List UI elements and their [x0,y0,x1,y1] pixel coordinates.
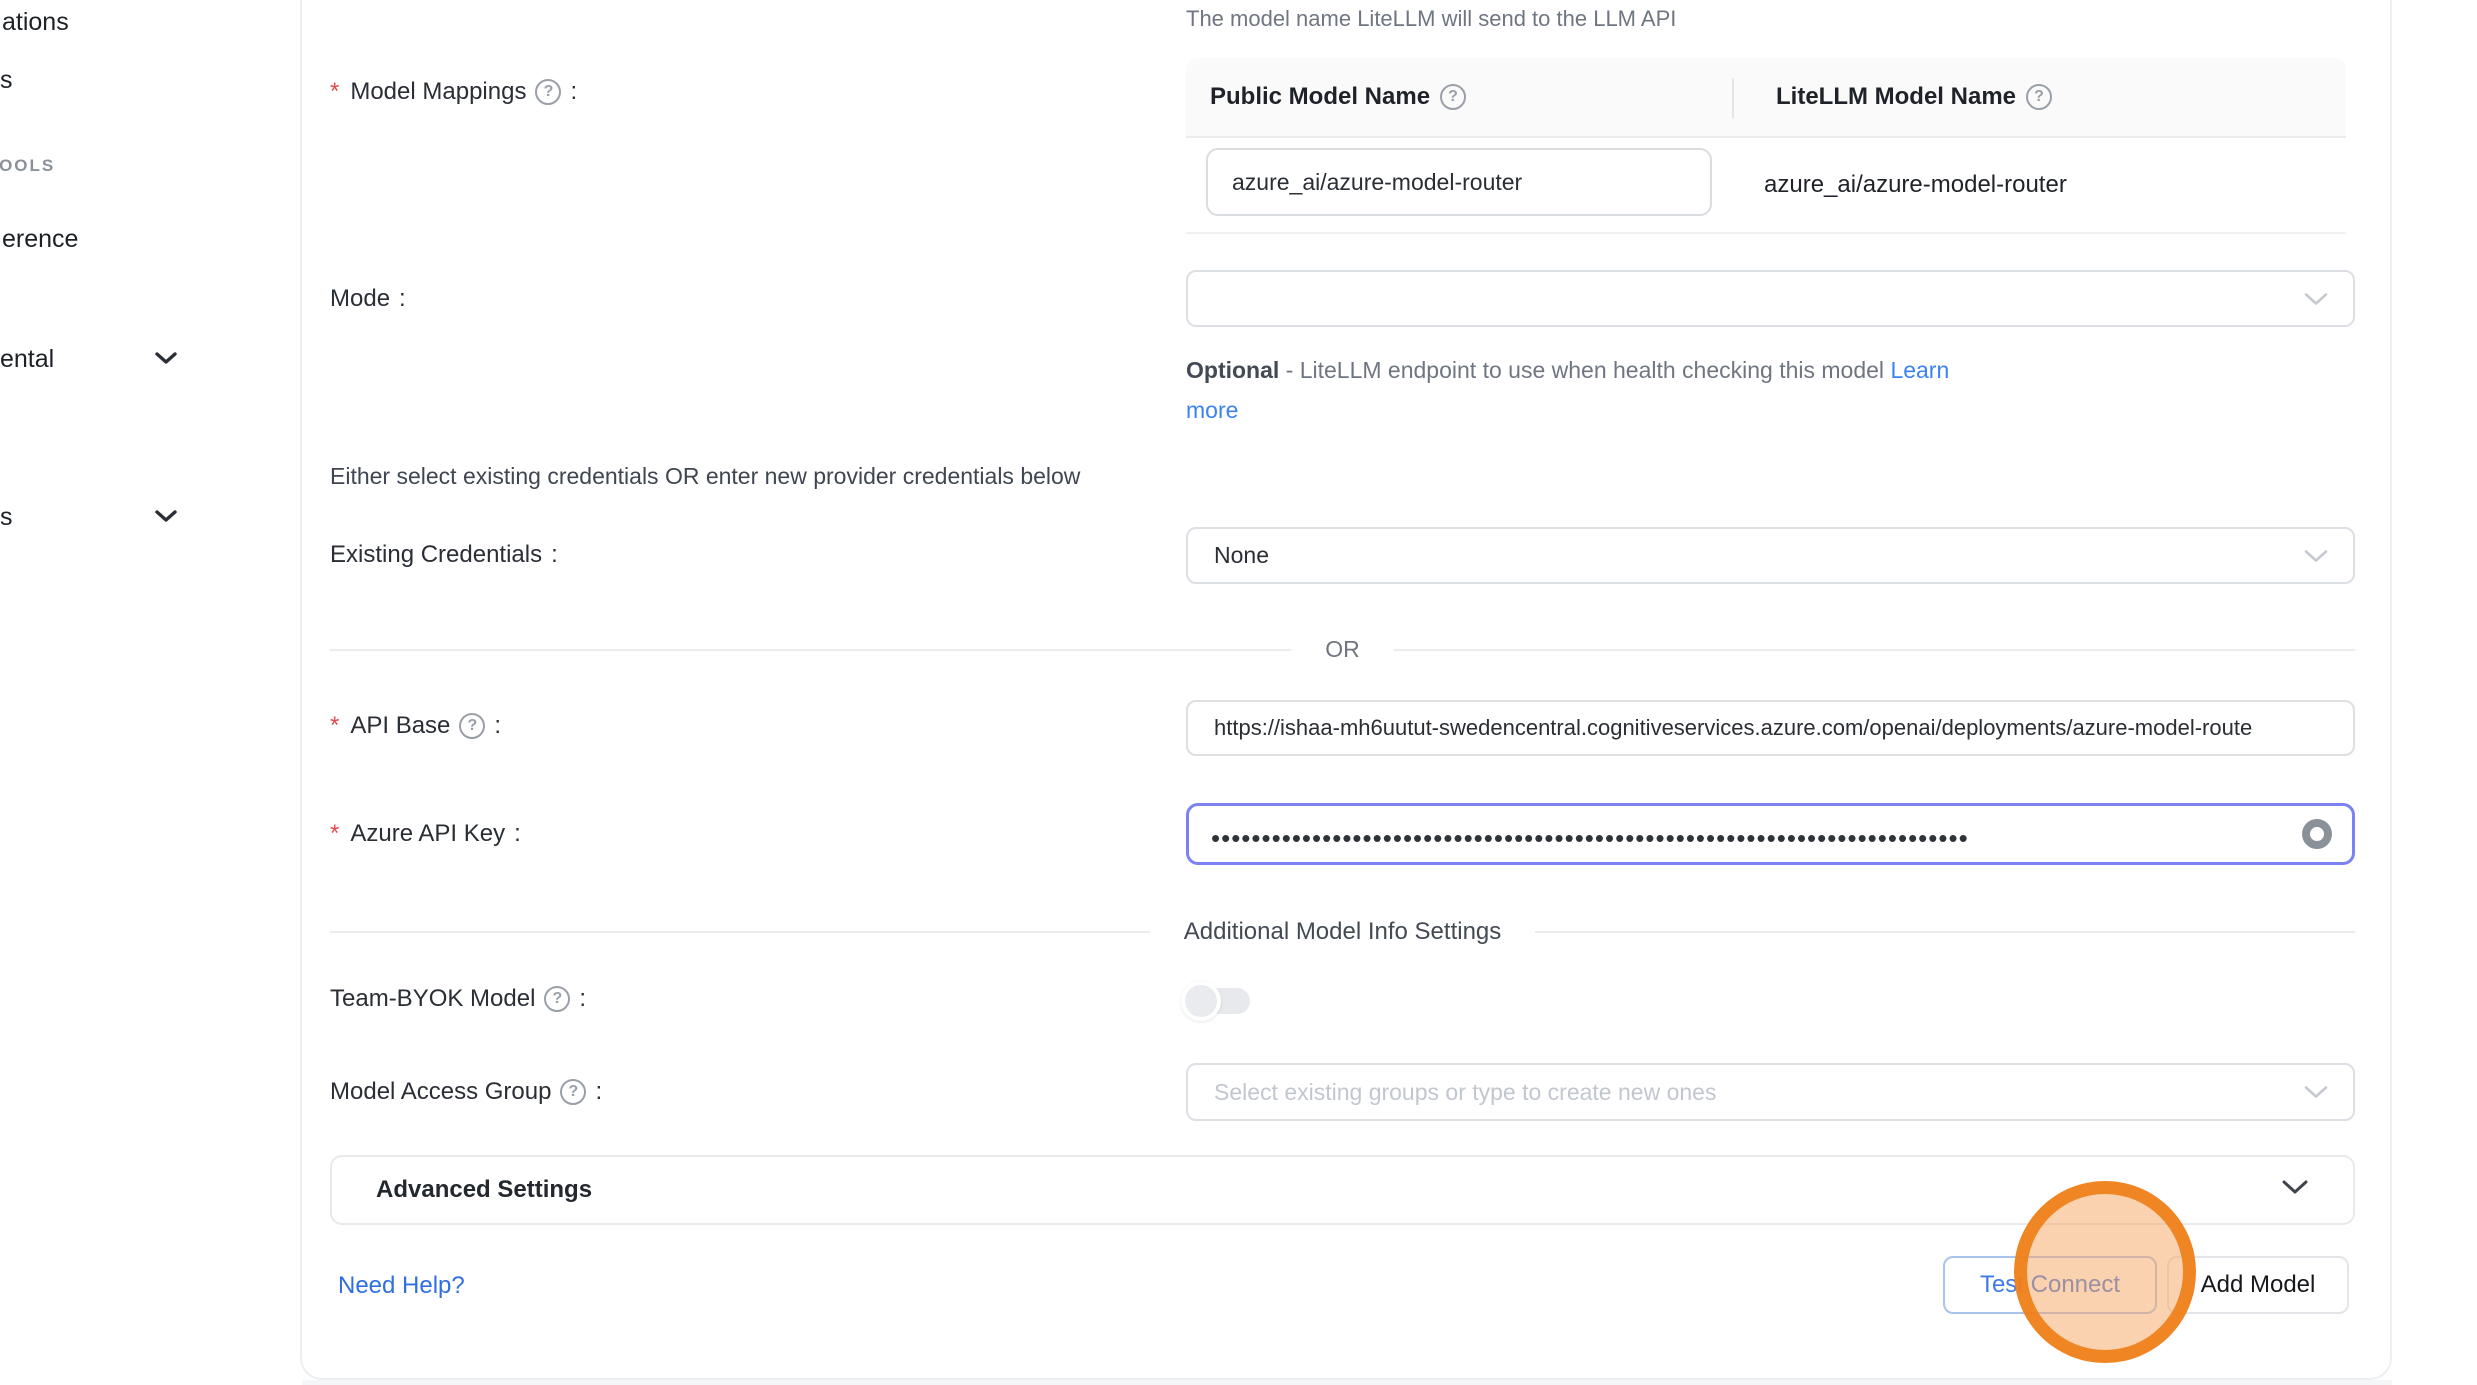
advanced-settings-title: Advanced Settings [376,1176,592,1204]
public-model-name-input[interactable]: azure_ai/azure-model-router [1206,148,1712,216]
azure-api-key-label: * Azure API Key : [330,820,521,848]
sidebar-item-erence[interactable]: erence [2,225,78,254]
litellm-model-name-value: azure_ai/azure-model-router [1764,138,2067,232]
model-access-group-placeholder: Select existing groups or type to create… [1214,1079,1716,1106]
help-question-icon[interactable]: ? [1440,84,1466,110]
chevron-down-icon[interactable] [154,508,178,529]
sidebar-item-ental[interactable]: ental [0,345,54,374]
need-help-link[interactable]: Need Help? [338,1272,465,1300]
sidebar-item-s1[interactable]: s [0,66,13,95]
chevron-down-icon [2281,1179,2309,1201]
azure-api-key-input[interactable]: ••••••••••••••••••••••••••••••••••••••••… [1186,803,2355,865]
existing-credentials-value: None [1214,542,1269,569]
litellm-model-name-header: LiteLLM Model Name ? [1742,83,2052,111]
model-mappings-table-header: Public Model Name ? LiteLLM Model Name ? [1186,58,2346,138]
show-password-eye-icon[interactable] [2302,819,2332,849]
api-base-label: * API Base ? : [330,712,501,740]
model-access-group-select[interactable]: Select existing groups or type to create… [1186,1063,2355,1121]
required-marker: * [330,712,339,740]
mode-label: Mode : [330,285,406,313]
toggle-knob [1181,981,1221,1021]
chevron-down-icon [2303,285,2329,312]
team-byok-toggle[interactable] [1190,988,1250,1014]
masked-password-value: ••••••••••••••••••••••••••••••••••••••••… [1211,818,2251,851]
card-bottom-shadow [302,1380,2392,1385]
sidebar-item-ations[interactable]: ations [2,8,69,37]
help-question-icon[interactable]: ? [2026,84,2052,110]
chevron-down-icon [2303,1079,2329,1106]
or-divider: OR [330,636,2355,663]
public-model-name-header: Public Model Name ? [1186,83,1742,111]
api-base-value: https://ishaa-mh6uutut-swedencentral.cog… [1214,715,2252,741]
model-access-group-label: Model Access Group ? : [330,1078,602,1106]
sidebar-section-tools: TOOLS [0,156,55,176]
existing-credentials-label: Existing Credentials : [330,541,558,569]
chevron-down-icon [2303,542,2329,569]
team-byok-label: Team-BYOK Model ? : [330,985,586,1013]
advanced-settings-panel[interactable]: Advanced Settings [330,1155,2355,1225]
model-mapping-row: azure_ai/azure-model-router azure_ai/azu… [1186,138,2346,234]
test-connect-button[interactable]: Test Connect [1943,1256,2157,1314]
additional-info-divider: Additional Model Info Settings [330,918,2355,946]
existing-credentials-select[interactable]: None [1186,527,2355,584]
chevron-down-icon[interactable] [154,350,178,371]
add-model-button[interactable]: Add Model [2167,1256,2349,1314]
help-question-icon[interactable]: ? [544,986,570,1012]
model-mappings-table: Public Model Name ? LiteLLM Model Name ?… [1186,58,2346,234]
required-marker: * [330,78,339,106]
sidebar-item-s2[interactable]: s [0,503,13,532]
credentials-note: Either select existing credentials OR en… [330,463,1080,490]
add-model-form-screen: { "sidebar": { "items": [ { "label": "at… [0,0,2477,1385]
required-marker: * [330,820,339,848]
mode-help-text: Optional - LiteLLM endpoint to use when … [1186,350,1981,430]
help-question-icon[interactable]: ? [560,1079,586,1105]
column-divider [1732,78,1734,118]
model-mappings-label: * Model Mappings ? : [330,78,577,106]
litellm-model-name-help: The model name LiteLLM will send to the … [1186,6,1676,32]
mode-select[interactable] [1186,270,2355,327]
help-question-icon[interactable]: ? [535,79,561,105]
api-base-input[interactable]: https://ishaa-mh6uutut-swedencentral.cog… [1186,700,2355,756]
help-question-icon[interactable]: ? [459,713,485,739]
